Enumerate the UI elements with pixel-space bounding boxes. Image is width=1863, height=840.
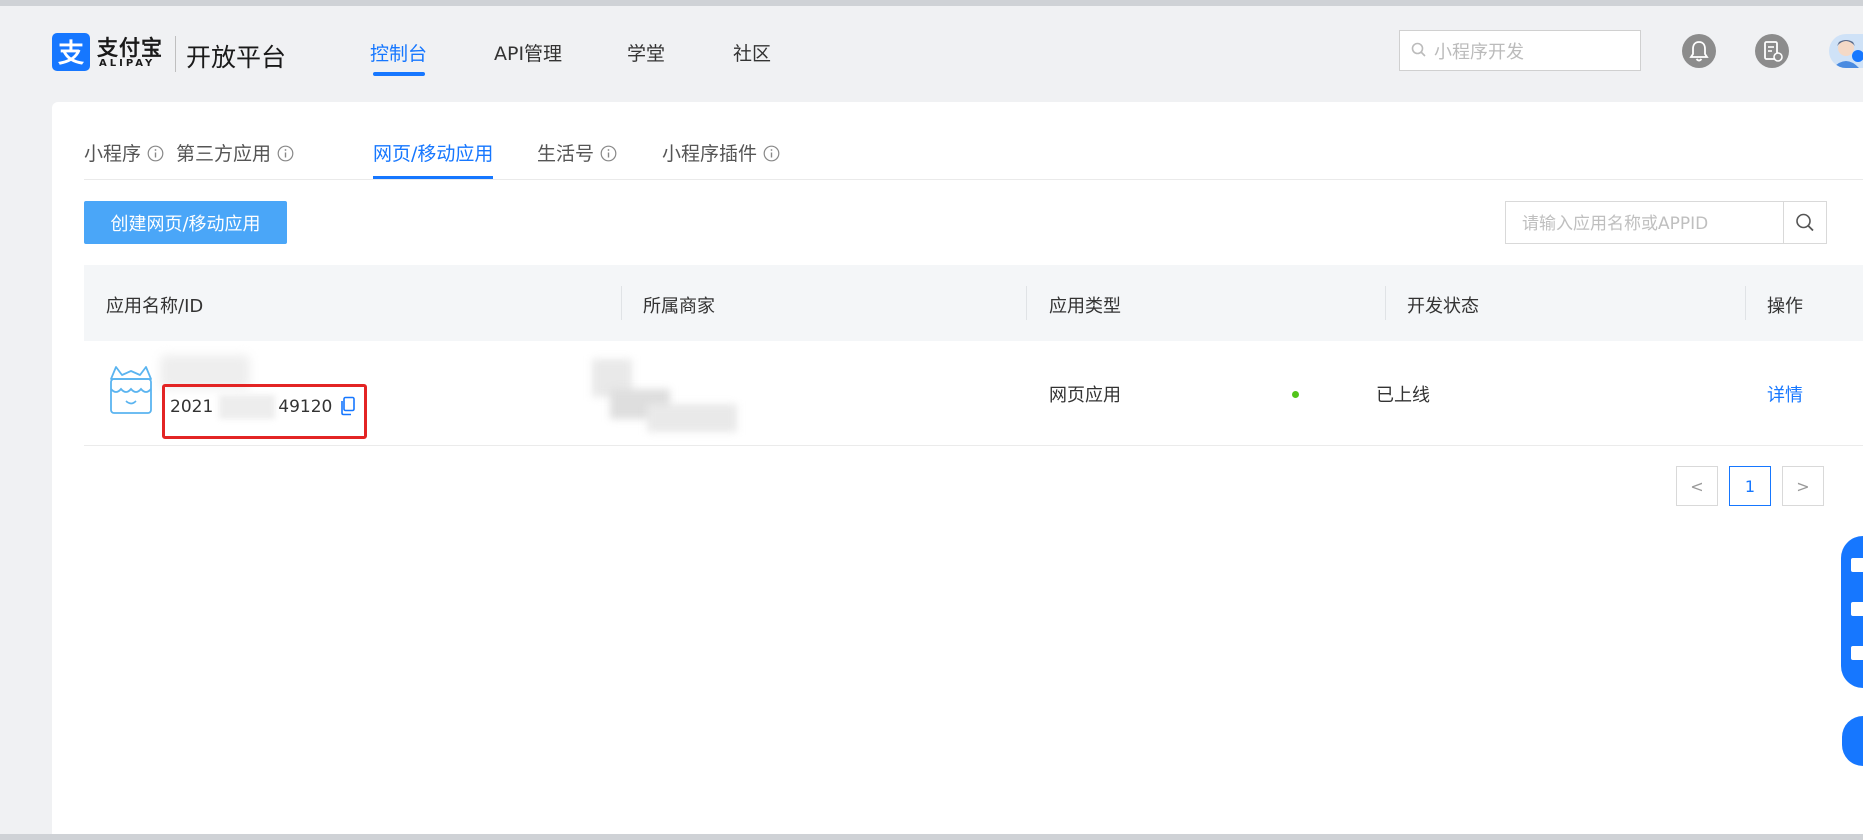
app-search-input[interactable] <box>1520 210 1774 238</box>
info-icon[interactable] <box>600 145 617 162</box>
column-separator <box>1026 286 1027 320</box>
tab-label: 网页/移动应用 <box>373 143 494 165</box>
pager-page-1[interactable]: 1 <box>1729 466 1771 506</box>
column-header-app-type: 应用类型 <box>1049 296 1121 317</box>
floating-help-toolbar[interactable] <box>1841 536 1863 688</box>
tabs-divider <box>84 179 1863 180</box>
column-separator <box>1745 286 1746 320</box>
svg-text:支: 支 <box>58 39 84 69</box>
app-search <box>1505 201 1827 244</box>
platform-title: 开放平台 <box>186 43 287 72</box>
column-header-app-name: 应用名称/ID <box>106 296 204 317</box>
merchant-redacted <box>592 359 742 434</box>
tab-plugin[interactable]: 小程序插件 <box>662 139 780 166</box>
document-icon <box>1764 41 1783 62</box>
nav-active-indicator <box>373 72 425 76</box>
column-separator <box>621 286 622 320</box>
avatar[interactable] <box>1829 34 1863 68</box>
column-header-actions: 操作 <box>1767 296 1803 317</box>
info-icon[interactable] <box>147 145 164 162</box>
tab-web-mobile[interactable]: 网页/移动应用 <box>373 139 493 166</box>
logo-subtext: ALIPAY <box>99 58 156 69</box>
bell-icon <box>1689 41 1709 62</box>
nav-console[interactable]: 控制台 <box>370 39 427 66</box>
status-dot <box>1292 391 1299 398</box>
global-search-input[interactable] <box>1432 37 1636 67</box>
tab-mini-program[interactable]: 小程序 <box>84 139 164 166</box>
tab-label: 生活号 <box>537 143 595 165</box>
tab-label: 小程序 <box>84 143 142 165</box>
nav-api-management[interactable]: API管理 <box>494 39 562 66</box>
table-row: 2021 49120 网页应用 已上线 详情 <box>84 341 1863 446</box>
nav-community[interactable]: 社区 <box>733 39 771 66</box>
mail-icon[interactable] <box>1851 646 1863 660</box>
app-search-button[interactable] <box>1783 202 1826 243</box>
bottom-border <box>0 834 1863 840</box>
feedback-icon[interactable] <box>1851 602 1863 616</box>
detail-link[interactable]: 详情 <box>1767 381 1803 407</box>
column-header-status: 开发状态 <box>1407 296 1479 317</box>
tab-life-account[interactable]: 生活号 <box>537 139 617 166</box>
highlight-box <box>162 384 367 439</box>
chat-icon[interactable] <box>1851 558 1863 572</box>
info-icon[interactable] <box>763 145 780 162</box>
notification-button[interactable] <box>1682 34 1716 68</box>
main-card: 小程序 第三方应用 网页/移动应用 生活号 小程序插件 创建网页/移动应用 应用… <box>52 102 1863 834</box>
search-icon <box>1411 42 1426 57</box>
tab-third-party[interactable]: 第三方应用 <box>176 139 294 166</box>
alipay-logo-icon[interactable]: 支 <box>52 33 90 71</box>
logo-divider <box>175 36 176 72</box>
column-header-merchant: 所属商家 <box>643 296 715 317</box>
pager-next-button[interactable]: > <box>1782 466 1824 506</box>
table-header: 应用名称/ID 所属商家 应用类型 开发状态 操作 <box>84 265 1863 341</box>
nav-academy[interactable]: 学堂 <box>627 39 665 66</box>
top-header: 支 支付宝 ALIPAY 开放平台 控制台 API管理 学堂 社区 <box>0 6 1863 96</box>
column-separator <box>1385 286 1386 320</box>
tab-active-indicator <box>373 176 493 179</box>
search-icon <box>1796 213 1814 232</box>
ticket-button[interactable] <box>1755 34 1789 68</box>
tab-label: 小程序插件 <box>662 143 758 165</box>
info-icon[interactable] <box>277 145 294 162</box>
app-type: 网页应用 <box>1049 385 1121 406</box>
create-app-button[interactable]: 创建网页/移动应用 <box>84 201 287 244</box>
global-search <box>1399 30 1641 71</box>
tab-label: 第三方应用 <box>176 143 272 165</box>
pager-prev-button[interactable]: < <box>1676 466 1718 506</box>
app-logo-icon <box>108 365 154 415</box>
status-text: 已上线 <box>1376 385 1430 406</box>
